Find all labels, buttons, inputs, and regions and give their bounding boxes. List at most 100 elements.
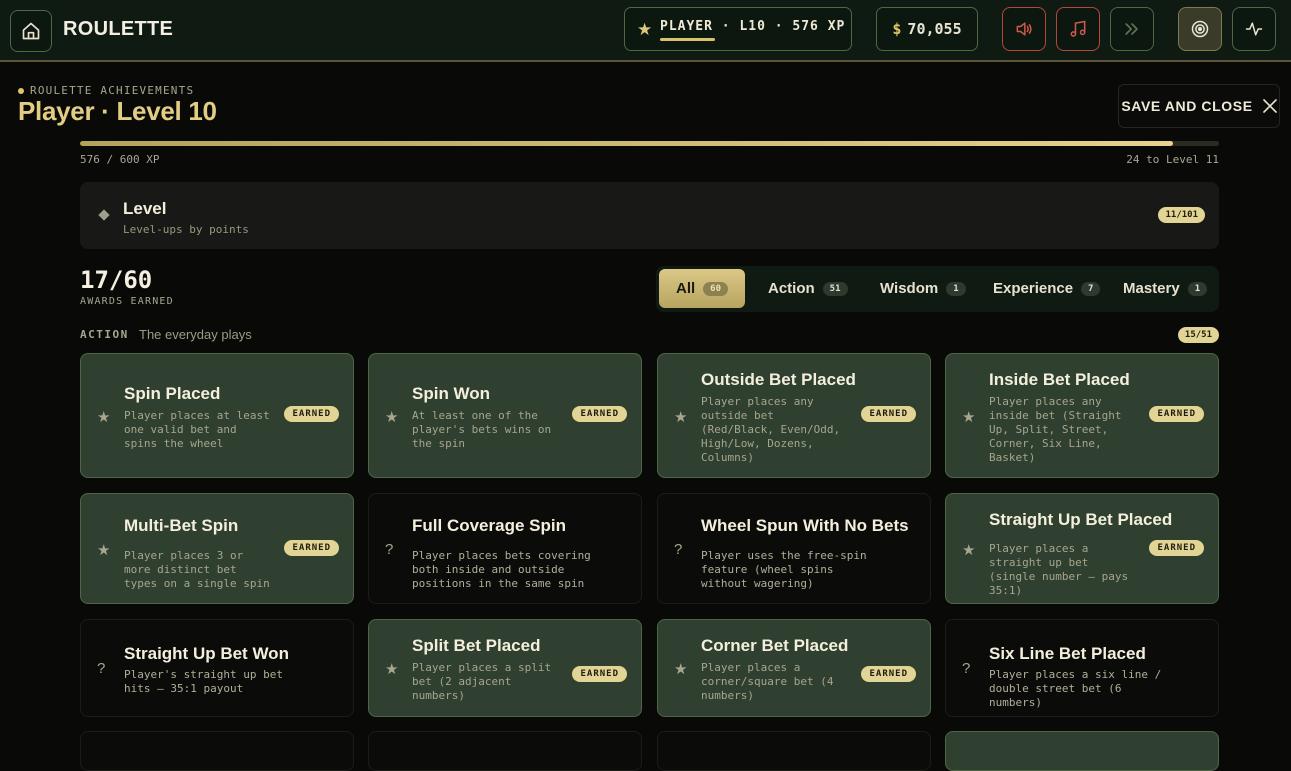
achievement-title: Six Line Bet Placed	[989, 644, 1146, 663]
music-toggle-button[interactable]	[1056, 7, 1100, 51]
balance-value: 70,055	[907, 20, 962, 38]
achievement-card[interactable]: ★ Corner Bet Placed Player places a corner…	[657, 619, 931, 717]
tab-experience[interactable]: Experience 7	[983, 269, 1110, 308]
tab-label: Mastery	[1123, 280, 1180, 297]
achievement-description: Player places a split bet (2 adjacent nu…	[412, 661, 552, 702]
level-card-badge: 11/101	[1158, 207, 1205, 223]
music-note-icon	[1070, 20, 1086, 37]
save-and-close-label: SAVE AND CLOSE	[1121, 98, 1253, 114]
achievement-card[interactable]: ★ Straight Up Bet Placed Player places a s…	[945, 493, 1219, 604]
achievement-card[interactable]: ? Full Coverage Spin Player places bets co…	[368, 493, 642, 604]
star-icon: ★	[674, 409, 688, 426]
tab-count: 60	[703, 281, 728, 296]
tab-count: 51	[822, 281, 848, 296]
achievement-title: Straight Up Bet Won	[124, 644, 289, 663]
question-icon: ?	[385, 541, 394, 558]
earned-badge: EARNED	[1149, 406, 1204, 422]
achievement-card[interactable]: ? Six Line Bet Placed Player places a six …	[945, 619, 1219, 717]
awards-count: 17/60	[80, 266, 153, 294]
sound-toggle-button[interactable]	[1002, 7, 1046, 51]
achievement-description: Player places any outside bet (Red/Black…	[701, 395, 841, 464]
close-icon	[1262, 99, 1277, 113]
top-bar: ROULETTE ★ PLAYER · L10 · 576 XP $ 70,05…	[0, 0, 1291, 62]
achievement-description: Player places a straight up bet (single …	[989, 542, 1129, 597]
breadcrumb-dot	[18, 87, 24, 94]
earned-badge: EARNED	[572, 666, 627, 682]
section-label: ACTION	[80, 328, 129, 341]
achievement-card[interactable]: ★ Multi-Bet Spin Player places 3 or more d…	[80, 493, 354, 604]
star-icon: ★	[962, 542, 976, 559]
tab-all[interactable]: All 60	[659, 269, 745, 308]
xp-progress-fill	[80, 141, 1174, 146]
earned-badge: EARNED	[572, 406, 627, 422]
achievement-card-partial[interactable]	[657, 731, 931, 771]
achievement-description: Player's straight up bet hits — 35:1 pay…	[124, 668, 283, 695]
star-icon: ★	[637, 20, 653, 39]
question-icon: ?	[97, 660, 106, 677]
star-icon: ★	[385, 409, 399, 426]
home-icon	[22, 22, 40, 40]
achievement-title: Corner Bet Placed	[701, 636, 849, 655]
achievement-card[interactable]: ★ Outside Bet Placed Player places any out…	[657, 353, 931, 478]
star-icon: ★	[674, 661, 688, 678]
player-xp-bar	[660, 38, 715, 41]
achievement-description: Player places a corner/square bet (4 num…	[701, 661, 834, 702]
earned-badge: EARNED	[861, 406, 916, 422]
activity-pulse-icon	[1245, 22, 1263, 36]
tab-wisdom[interactable]: Wisdom 1	[870, 269, 976, 308]
tab-label: Wisdom	[880, 280, 939, 297]
fast-forward-icon	[1125, 23, 1138, 35]
achievement-title: Spin Won	[412, 384, 491, 403]
achievement-card-partial[interactable]	[368, 731, 642, 771]
section-badge: 15/51	[1177, 327, 1219, 343]
category-tabs: All 60 Action 51 Wisdom 1 Experience 7 M…	[656, 266, 1219, 312]
fast-forward-button[interactable]	[1110, 7, 1154, 51]
achievement-card[interactable]: ? Straight Up Bet Won Player's straight up…	[80, 619, 354, 717]
tab-label: Action	[768, 280, 815, 297]
achievement-description: At least one of the player's bets wins o…	[412, 409, 552, 450]
save-and-close-button[interactable]: SAVE AND CLOSE	[1118, 84, 1280, 128]
achievement-card-partial[interactable]	[80, 731, 354, 771]
achievement-card[interactable]: ? Wheel Spun With No Bets Player uses the …	[657, 493, 931, 604]
target-icon	[1191, 20, 1209, 38]
achievement-card-partial[interactable]	[945, 731, 1219, 771]
achievement-card[interactable]: ★ Spin Placed Player places at least one v…	[80, 353, 354, 478]
achievement-title: Full Coverage Spin	[412, 516, 566, 535]
xp-progress-text: 576 / 600 XP	[80, 153, 160, 166]
achievement-title: Outside Bet Placed	[701, 370, 856, 389]
achievement-card[interactable]: ★ Split Bet Placed Player places a split b…	[368, 619, 642, 717]
tab-action[interactable]: Action 51	[758, 269, 858, 308]
player-level-pill[interactable]: ★ PLAYER · L10 · 576 XP	[624, 7, 852, 51]
achievements-button[interactable]	[1178, 7, 1222, 51]
awards-label: AWARDS EARNED	[80, 296, 174, 307]
home-button[interactable]	[10, 10, 52, 52]
question-icon: ?	[674, 541, 683, 558]
level-achievement-card[interactable]: Level Level-ups by points 11/101	[80, 182, 1219, 249]
dollar-sign: $	[892, 20, 902, 38]
achievement-description: Player places at least one valid bet and…	[124, 409, 270, 450]
tab-label: All	[675, 280, 696, 297]
star-icon: ★	[97, 542, 111, 559]
achievement-description: Player places bets covering both inside …	[412, 549, 591, 590]
section-subtitle: The everyday plays	[139, 327, 252, 342]
xp-remaining-text: 24 to Level 11	[1126, 153, 1219, 166]
achievement-card[interactable]: ★ Spin Won At least one of the player's be…	[368, 353, 642, 478]
speaker-icon	[1016, 22, 1032, 36]
earned-badge: EARNED	[861, 666, 916, 682]
achievement-title: Straight Up Bet Placed	[989, 510, 1173, 529]
tab-label: Experience	[993, 280, 1074, 297]
achievement-description: Player places 3 or more distinct bet typ…	[124, 549, 270, 590]
level-card-subtitle: Level-ups by points	[123, 223, 249, 236]
balance-pill[interactable]: $ 70,055	[876, 7, 978, 51]
star-icon: ★	[97, 409, 111, 426]
page-title: Player · Level 10	[18, 96, 217, 126]
achievement-description: Player places a six line / double street…	[989, 668, 1162, 709]
tab-count: 7	[1081, 281, 1101, 296]
earned-badge: EARNED	[284, 540, 339, 556]
achievement-title: Wheel Spun With No Bets	[701, 516, 909, 535]
achievement-title: Split Bet Placed	[412, 636, 541, 655]
achievement-card[interactable]: ★ Inside Bet Placed Player places any insi…	[945, 353, 1219, 478]
achievement-description: Player places any inside bet (Straight U…	[989, 395, 1122, 464]
tab-mastery[interactable]: Mastery 1	[1113, 269, 1217, 308]
stats-button[interactable]	[1232, 7, 1276, 51]
